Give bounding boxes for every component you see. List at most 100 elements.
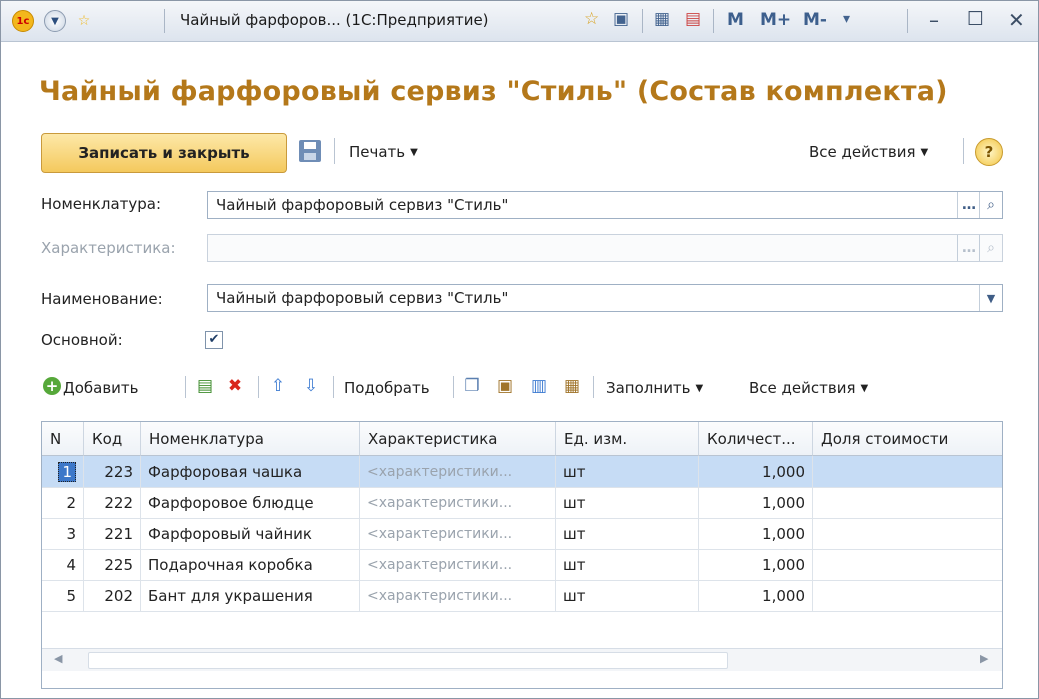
form-heading: Чайный фарфоровый сервиз "Стиль" (Состав… [39, 76, 948, 107]
quantity-cell: 1,000 [699, 518, 813, 549]
close-icon[interactable]: ✕ [1008, 8, 1025, 32]
chevron-down-icon: ▼ [410, 147, 418, 158]
quantity-cell: 1,000 [699, 580, 813, 611]
fill-label: Заполнить [606, 379, 691, 397]
name-label: Наименование: [41, 290, 163, 308]
composition-table[interactable]: N Код Номенклатура Характеристика Ед. из… [41, 421, 1003, 689]
table-all-actions-label: Все действия [749, 379, 856, 397]
cost-share-cell [813, 549, 1002, 580]
delete-icon[interactable]: ✖ [224, 375, 246, 397]
name-value: Чайный фарфоровый сервиз "Стиль" [216, 289, 509, 307]
title-separator [642, 9, 643, 33]
all-actions-menu-button[interactable]: Все действия ▼ [809, 143, 928, 161]
column-header-code[interactable]: Код [84, 422, 141, 456]
characteristic-cell: <характеристики... [360, 518, 556, 549]
copy-icon[interactable]: ❐ [461, 375, 483, 397]
save-icon[interactable] [299, 140, 321, 162]
column-header-characteristic[interactable]: Характеристика [360, 422, 556, 456]
select-ellipsis-icon[interactable]: … [957, 192, 980, 218]
row-number-cell: 4 [42, 549, 84, 580]
column-header-unit[interactable]: Ед. изм. [556, 422, 699, 456]
unit-cell: шт [556, 456, 699, 487]
write-and-close-button[interactable]: Записать и закрыть [41, 133, 287, 173]
code-cell: 221 [84, 518, 141, 549]
code-cell: 202 [84, 580, 141, 611]
calendar-icon[interactable]: ▤ [685, 9, 701, 29]
paste-from-clipboard-icon[interactable]: ▦ [561, 375, 583, 397]
add-button[interactable]: Добавить [63, 379, 139, 397]
add-favorite-icon[interactable]: ☆ [584, 9, 599, 29]
row-number-cell: 2 [42, 487, 84, 518]
toolbar-separator [185, 376, 186, 398]
characteristic-cell: <характеристики... [360, 580, 556, 611]
main-checkbox[interactable]: ✔ [205, 331, 223, 349]
characteristic-field[interactable]: … ⌕ [207, 234, 1003, 262]
row-number-cell: 3 [42, 518, 84, 549]
table-row[interactable]: 2 222 Фарфоровое блюдце <характеристики.… [42, 487, 1002, 519]
window-title: Чайный фарфоров... (1С:Предприятие) [180, 11, 489, 29]
move-down-icon[interactable]: ⇩ [300, 375, 322, 397]
unit-cell: шт [556, 487, 699, 518]
1c-logo-icon[interactable]: 1c [12, 10, 34, 32]
copy-row-icon[interactable]: ▤ [194, 375, 216, 397]
nomenclature-cell: Фарфоровая чашка [141, 456, 360, 487]
memory-plus-button[interactable]: M+ [760, 10, 791, 30]
app-window: 1c ▼ ☆ Чайный фарфоров... (1С:Предприяти… [0, 0, 1039, 699]
chevron-down-icon: ▼ [695, 383, 704, 394]
cost-share-cell [813, 456, 1002, 487]
toolbar-separator [333, 376, 334, 398]
print-menu-button[interactable]: Печать ▼ [349, 143, 418, 161]
column-header-nomenclature[interactable]: Номенклатура [141, 422, 360, 456]
paste-icon[interactable]: ▣ [494, 375, 516, 397]
memory-button[interactable]: M [727, 10, 744, 30]
characteristic-label: Характеристика: [41, 239, 176, 257]
memory-minus-button[interactable]: M- [803, 10, 827, 30]
table-row[interactable]: 5 202 Бант для украшения <характеристики… [42, 580, 1002, 612]
add-circle: + [43, 377, 61, 395]
add-icon[interactable]: + [41, 375, 63, 397]
help-button[interactable]: ? [975, 138, 1003, 166]
scroll-left-icon[interactable]: ◀ [54, 652, 62, 665]
nomenclature-cell: Подарочная коробка [141, 549, 360, 580]
unit-cell: шт [556, 518, 699, 549]
row-number: 1 [58, 461, 76, 482]
move-up-icon[interactable]: ⇧ [267, 375, 289, 397]
bookmark-icon[interactable]: ▣ [613, 9, 629, 29]
table-all-actions-button[interactable]: Все действия ▼ [749, 379, 868, 397]
nomenclature-cell: Бант для украшения [141, 580, 360, 611]
row-number-cell: 1 [42, 456, 84, 487]
maximize-icon[interactable]: ☐ [967, 8, 984, 30]
scroll-right-icon[interactable]: ▶ [980, 652, 988, 665]
toolbar-separator [453, 376, 454, 398]
column-header-cost-share[interactable]: Доля стоимости [813, 422, 1002, 456]
calculator-icon[interactable]: ▦ [654, 9, 670, 29]
table-row[interactable]: 1 223 Фарфоровая чашка <характеристики..… [42, 456, 1002, 488]
toolbar-separator [963, 138, 964, 164]
nomenclature-cell: Фарфоровый чайник [141, 518, 360, 549]
search-icon[interactable]: ⌕ [979, 192, 1002, 218]
table-row[interactable]: 3 221 Фарфоровый чайник <характеристики.… [42, 518, 1002, 550]
table-row[interactable]: 4 225 Подарочная коробка <характеристики… [42, 549, 1002, 581]
copy-to-clipboard-icon[interactable]: ▥ [528, 375, 550, 397]
row-number-cell: 5 [42, 580, 84, 611]
dropdown-arrow-icon[interactable]: ▾ [843, 11, 850, 27]
chevron-down-icon: ▼ [920, 147, 929, 158]
unit-cell: шт [556, 549, 699, 580]
select-ellipsis-icon: … [957, 235, 980, 261]
cost-share-cell [813, 487, 1002, 518]
column-header-quantity[interactable]: Количест... [699, 422, 813, 456]
main-menu-icon[interactable]: ▼ [44, 10, 66, 32]
horizontal-scrollbar[interactable]: ◀ ▶ [42, 648, 1002, 671]
scrollbar-thumb[interactable] [88, 652, 728, 669]
title-separator [164, 9, 165, 33]
column-header-n[interactable]: N [42, 422, 84, 456]
title-separator [907, 9, 908, 33]
dropdown-arrow-icon[interactable]: ▼ [979, 285, 1002, 311]
pick-button[interactable]: Подобрать [344, 379, 430, 397]
title-separator [713, 9, 714, 33]
favorite-star-icon[interactable]: ☆ [73, 10, 95, 32]
nomenclature-field[interactable]: Чайный фарфоровый сервиз "Стиль" … ⌕ [207, 191, 1003, 219]
fill-menu-button[interactable]: Заполнить ▼ [606, 379, 703, 397]
minimize-icon[interactable]: – [929, 8, 939, 32]
name-field[interactable]: Чайный фарфоровый сервиз "Стиль" ▼ [207, 284, 1003, 312]
